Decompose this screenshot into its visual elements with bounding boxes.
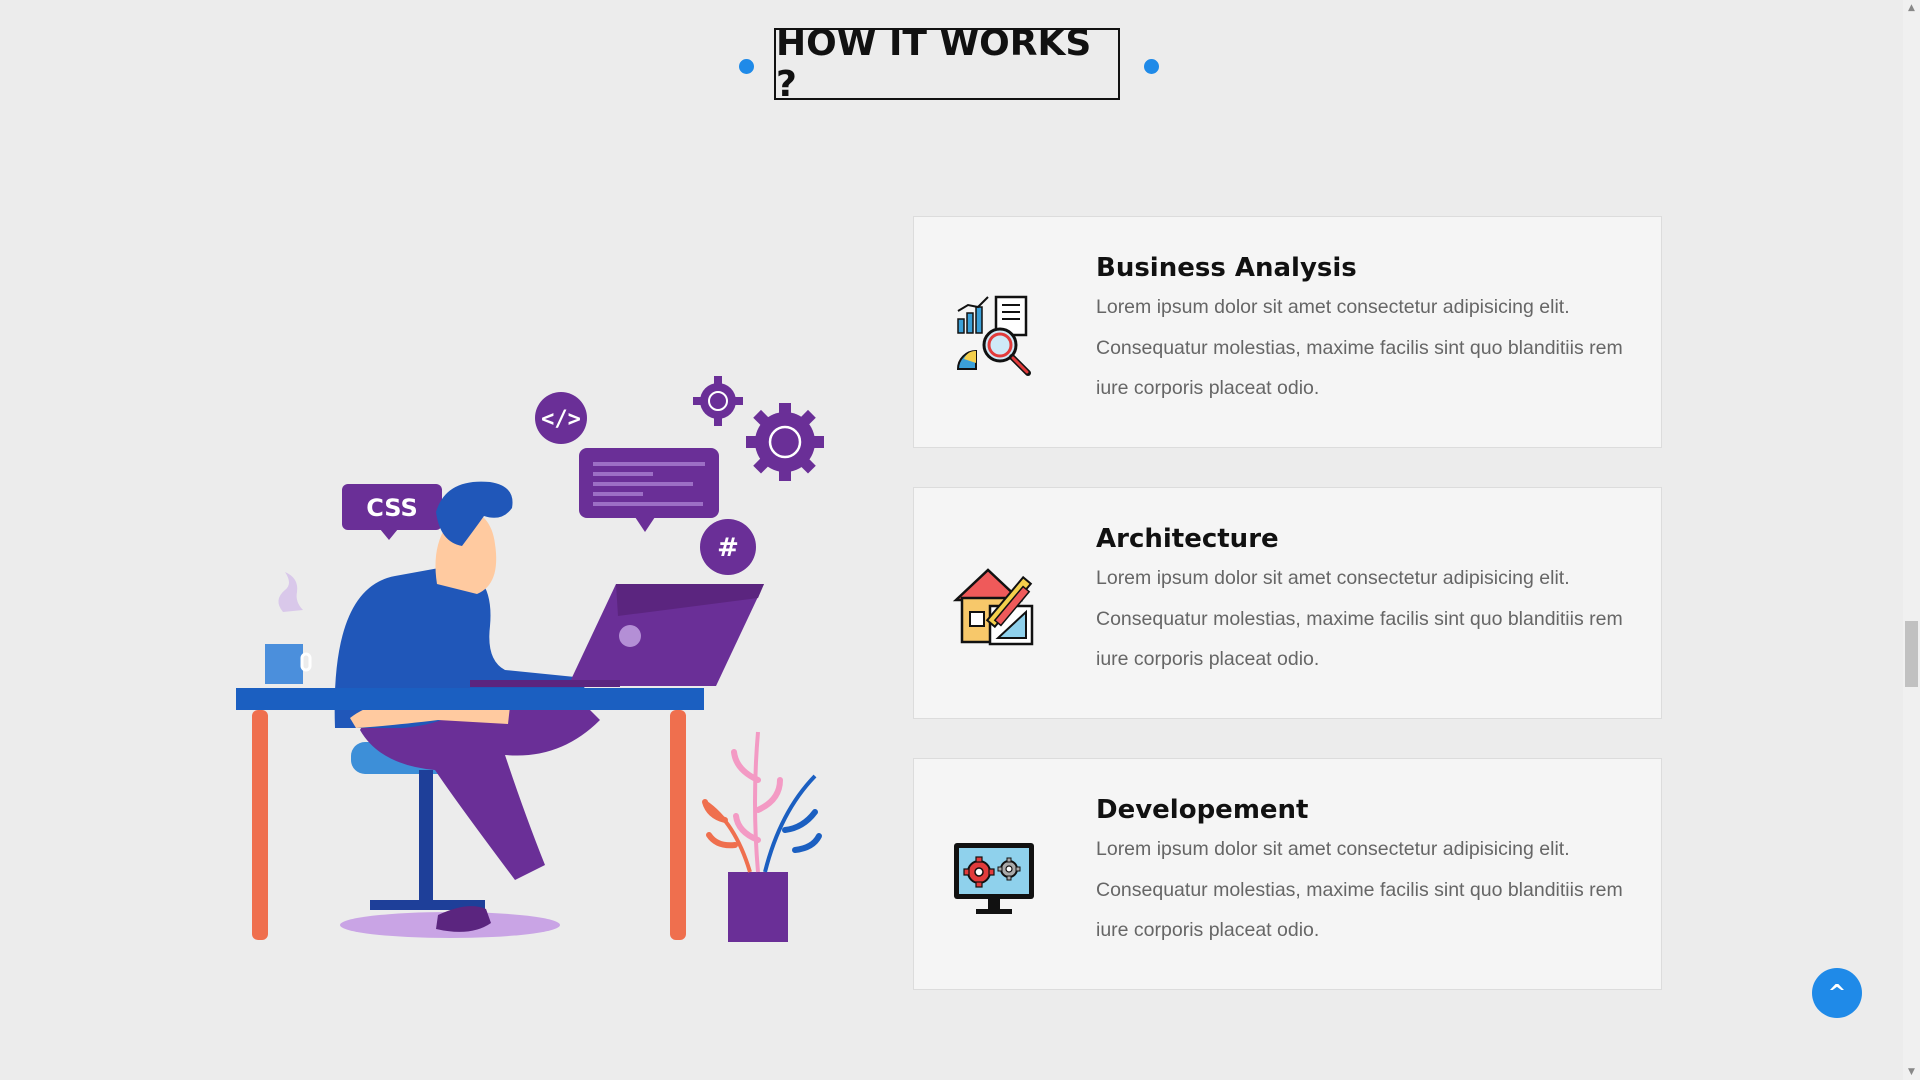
section-heading: HOW IT WORKS ? [0, 23, 1900, 105]
card-business-analysis: Business Analysis Lorem ipsum dolor sit … [913, 216, 1662, 448]
gear-icon [693, 376, 743, 426]
large-gear-icon [746, 403, 824, 481]
vertical-scrollbar[interactable]: ▲ ▼ [1903, 0, 1920, 1080]
plant [702, 731, 822, 942]
css-bubble: CSS [342, 484, 442, 540]
hash-bubble-text: # [717, 533, 739, 563]
card-architecture: Architecture Lorem ipsum dolor sit amet … [913, 487, 1662, 719]
hash-bubble: # [700, 519, 756, 575]
back-to-top-button[interactable]: ^ [1812, 968, 1862, 1018]
scrollbar-thumb[interactable] [1905, 621, 1918, 687]
css-bubble-text: CSS [366, 494, 418, 522]
card-text: Lorem ipsum dolor sit amet consectetur a… [1096, 296, 1623, 399]
chat-bubble [579, 448, 719, 532]
section-title: HOW IT WORKS ? [776, 23, 1092, 105]
development-icon [954, 843, 1034, 914]
code-bubble-text: </> [541, 407, 581, 432]
heading-dot-right [1144, 59, 1159, 74]
coffee-mug [265, 572, 312, 684]
card-text: Lorem ipsum dolor sit amet consectetur a… [1096, 567, 1623, 670]
card-developement: Developement Lorem ipsum dolor sit amet … [913, 758, 1662, 990]
card-title: Developement [1096, 795, 1309, 825]
card-title: Architecture [1096, 524, 1279, 554]
scroll-up-arrow-icon[interactable]: ▲ [1906, 2, 1917, 14]
developer-at-desk-illustration: </> # CSS [236, 376, 824, 942]
architecture-icon [952, 568, 1034, 646]
card-title: Business Analysis [1096, 253, 1357, 283]
scroll-down-arrow-icon[interactable]: ▼ [1906, 1066, 1917, 1078]
card-text: Lorem ipsum dolor sit amet consectetur a… [1096, 838, 1623, 941]
code-bubble: </> [535, 392, 587, 444]
heading-dot-left [739, 59, 754, 74]
business-analysis-icon [956, 295, 1031, 376]
chevron-up-icon: ^ [1827, 980, 1847, 1006]
heading-box: HOW IT WORKS ? [774, 23, 1120, 105]
